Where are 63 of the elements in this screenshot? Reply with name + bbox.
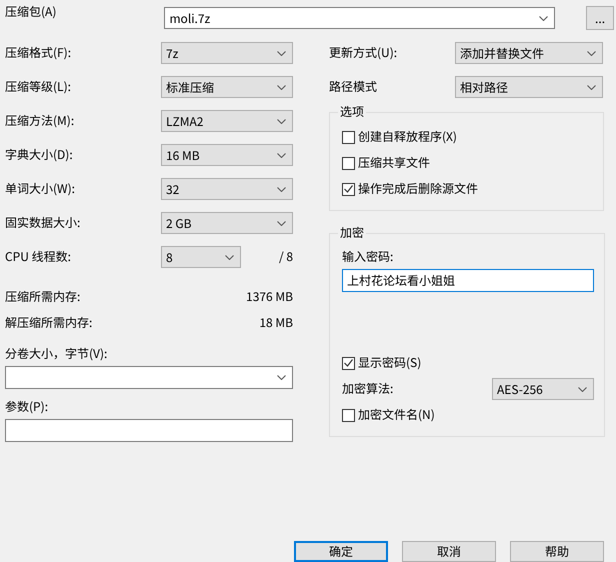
dropdown-caret-icon	[587, 84, 596, 90]
field-label: 加密算法:	[342, 381, 394, 397]
field-label: 压缩等级(L):	[5, 79, 72, 95]
dropdown[interactable]: 标准压缩	[161, 76, 293, 98]
checkbox-label: 操作完成后删除源文件	[358, 181, 478, 197]
checkbox-label: 显示密码(S)	[358, 355, 422, 371]
field-label: 分卷大小，字节(V):	[5, 346, 108, 362]
group-title: 加密	[339, 225, 366, 241]
dropdown-caret-icon	[578, 386, 587, 392]
dropdown[interactable]: AES-256	[492, 378, 594, 400]
dropdown[interactable]: 32	[161, 178, 293, 200]
dialog-button[interactable]: 取消	[402, 541, 496, 562]
field-label: 固实数据大小:	[5, 215, 82, 231]
dropdown[interactable]: 8	[161, 246, 241, 268]
dialog-button[interactable]: 确定	[294, 541, 388, 562]
dropdown[interactable]: LZMA2	[161, 110, 293, 132]
dropdown-caret-icon	[587, 50, 596, 56]
field-label: CPU 线程数:	[5, 249, 72, 265]
memory-value: 18 MB	[259, 315, 293, 331]
archive-path-combo[interactable]: moli.7z	[164, 7, 556, 29]
checkmark-icon	[344, 185, 353, 193]
checkbox-label: 创建自释放程序(X)	[358, 129, 457, 145]
dropdown-caret-icon	[225, 254, 234, 260]
dropdown-caret-icon	[277, 152, 286, 158]
dropdown[interactable]: 2 GB	[161, 212, 293, 234]
dropdown[interactable]: 相对路径	[455, 76, 603, 98]
dropdown-caret-icon	[277, 186, 286, 192]
dialog-button[interactable]: 帮助	[510, 541, 604, 562]
field-label: 单词大小(W):	[5, 181, 76, 197]
group-title: 选项	[339, 104, 366, 120]
memory-label: 解压缩所需内存:	[5, 315, 92, 331]
checkbox[interactable]	[342, 130, 355, 144]
memory-label: 压缩所需内存:	[5, 289, 80, 305]
memory-value: 1376 MB	[246, 289, 293, 305]
field-label: 压缩包(A)	[5, 4, 58, 20]
checkmark-icon	[344, 359, 353, 367]
dropdown[interactable]: 7z	[161, 42, 293, 64]
checkbox[interactable]	[342, 182, 355, 196]
dropdown-caret-icon	[539, 16, 548, 20]
field-label: 压缩格式(F):	[5, 45, 72, 61]
browse-button[interactable]: ...	[586, 6, 614, 30]
dropdown[interactable]: 16 MB	[161, 144, 293, 166]
checkbox[interactable]	[342, 356, 355, 370]
dropdown[interactable]: 添加并替换文件	[455, 42, 603, 64]
checkbox-label: 加密文件名(N)	[358, 407, 435, 423]
dropdown-caret-icon	[277, 50, 286, 56]
field-label: 参数(P):	[5, 399, 50, 415]
dropdown-caret-icon	[277, 118, 286, 124]
checkbox-label: 压缩共享文件	[358, 155, 430, 171]
field-label: 输入密码:	[342, 249, 394, 265]
dropdown-caret-icon	[277, 220, 286, 226]
dropdown-caret-icon	[277, 375, 286, 380]
field-label: 字典大小(D):	[5, 147, 74, 163]
checkbox[interactable]	[342, 408, 355, 422]
field-label: 更新方式(U):	[329, 45, 398, 61]
field-label: 压缩方法(M):	[5, 113, 76, 129]
parameters-field[interactable]	[5, 419, 293, 442]
dropdown-caret-icon	[277, 84, 286, 90]
volume-size-combo[interactable]	[5, 366, 293, 389]
field-label: 路径模式	[329, 79, 378, 95]
checkbox[interactable]	[342, 156, 355, 170]
password-field[interactable]: 上村花论坛看小姐姐	[342, 269, 594, 292]
thread-count-total: / 8	[278, 249, 293, 265]
